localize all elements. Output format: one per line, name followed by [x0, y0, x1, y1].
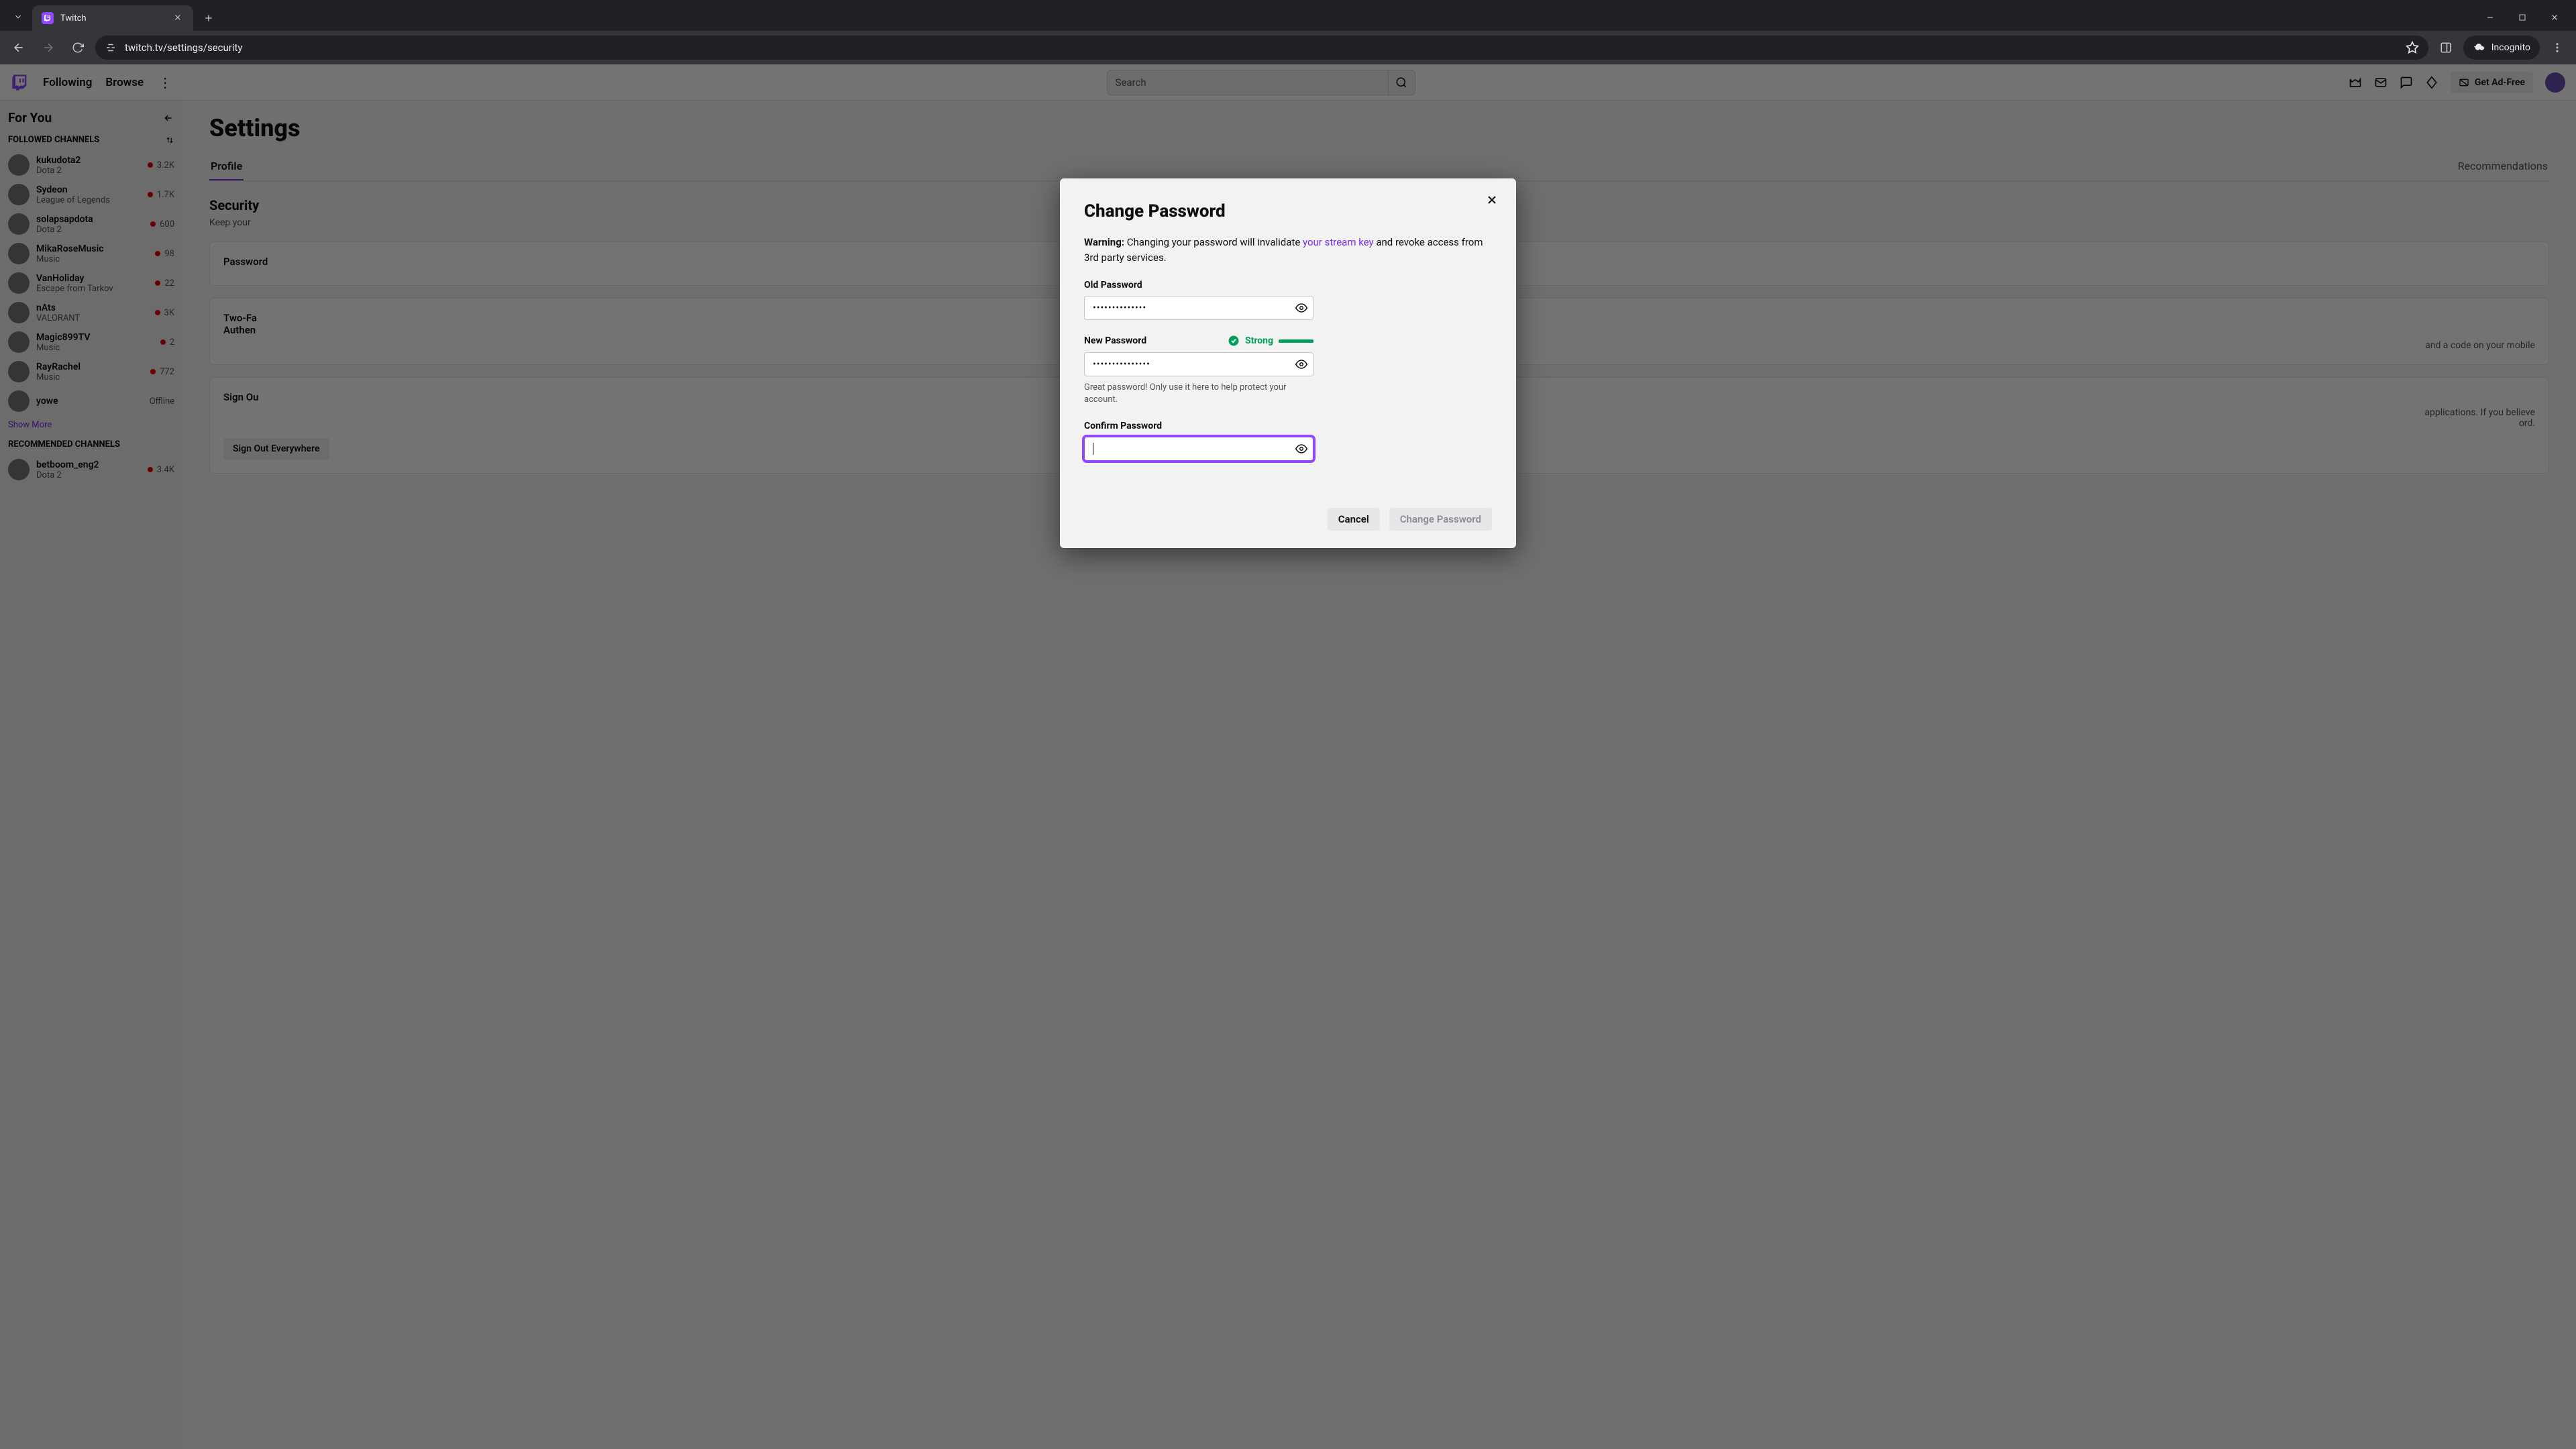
incognito-indicator[interactable]: Incognito	[2463, 36, 2540, 60]
nav-reload-button[interactable]	[66, 36, 90, 60]
strength-bar	[1279, 339, 1313, 343]
new-password-input[interactable]: •••••••••••••••	[1084, 352, 1313, 376]
confirm-password-input[interactable]	[1084, 437, 1313, 461]
new-password-label: New Password	[1084, 335, 1146, 346]
old-password-input[interactable]: ••••••••••••••	[1084, 296, 1313, 320]
browser-tab-active[interactable]: Twitch	[32, 5, 193, 31]
nav-back-button[interactable]	[7, 36, 31, 60]
modal-warning: Warning: Changing your password will inv…	[1084, 235, 1492, 265]
browser-menu-button[interactable]	[2545, 36, 2569, 60]
new-tab-button[interactable]	[199, 8, 219, 28]
old-password-field: Old Password ••••••••••••••	[1084, 280, 1313, 320]
page-viewport: Following Browse ⋮ Search Get Ad-Free	[0, 64, 2576, 1449]
confirm-password-label: Confirm Password	[1084, 421, 1162, 431]
toggle-visibility-icon[interactable]	[1295, 358, 1307, 370]
stream-key-link[interactable]: your stream key	[1303, 236, 1374, 248]
twitch-favicon	[42, 12, 54, 24]
password-strength-indicator: Strong	[1228, 335, 1313, 347]
modal-close-button[interactable]	[1481, 189, 1503, 211]
change-password-submit-button[interactable]: Change Password	[1389, 508, 1492, 531]
tab-title: Twitch	[60, 13, 166, 23]
address-bar[interactable]: twitch.tv/settings/security	[95, 36, 2428, 60]
url-text: twitch.tv/settings/security	[125, 42, 2398, 54]
change-password-modal: Change Password Warning: Changing your p…	[1060, 178, 1516, 548]
confirm-password-field: Confirm Password	[1084, 421, 1313, 461]
toggle-visibility-icon[interactable]	[1295, 443, 1307, 455]
incognito-label: Incognito	[2491, 42, 2530, 53]
browser-tabstrip: Twitch	[0, 0, 2576, 31]
new-password-field: New Password Strong ••••••••••••••• Grea…	[1084, 335, 1313, 406]
cancel-button[interactable]: Cancel	[1328, 508, 1380, 531]
tab-close-button[interactable]	[173, 13, 184, 23]
incognito-icon	[2473, 42, 2485, 54]
bookmark-star-icon[interactable]	[2406, 41, 2419, 54]
toggle-visibility-icon[interactable]	[1295, 302, 1307, 314]
modal-title: Change Password	[1084, 201, 1492, 221]
check-circle-icon	[1228, 335, 1240, 347]
site-info-button[interactable]	[105, 42, 117, 54]
window-maximize-button[interactable]	[2513, 8, 2532, 27]
nav-forward-button[interactable]	[36, 36, 60, 60]
window-minimize-button[interactable]	[2481, 8, 2500, 27]
window-close-button[interactable]	[2545, 8, 2564, 27]
browser-toolbar: twitch.tv/settings/security Incognito	[0, 31, 2576, 64]
tab-search-button[interactable]	[7, 5, 30, 28]
side-panel-button[interactable]	[2434, 36, 2458, 60]
window-controls	[2481, 8, 2576, 31]
old-password-label: Old Password	[1084, 280, 1142, 290]
strength-label: Strong	[1245, 335, 1273, 346]
password-hint: Great password! Only use it here to help…	[1084, 382, 1299, 406]
